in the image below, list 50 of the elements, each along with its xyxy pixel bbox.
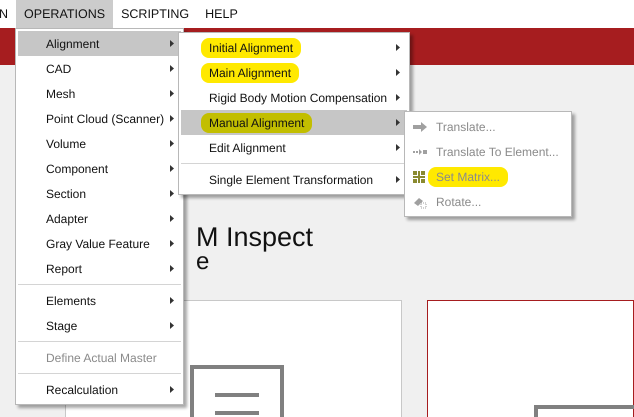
- submenu-arrow-icon: [396, 119, 400, 126]
- grid-icon: [412, 170, 427, 184]
- submenu-arrow-icon: [170, 240, 174, 247]
- submenu-arrow-icon: [170, 386, 174, 393]
- menu-item[interactable]: Edit Alignment: [181, 135, 407, 160]
- submenu-arrow-icon: [170, 115, 174, 122]
- submenu-arrow-icon: [170, 165, 174, 172]
- submenu-arrow-icon: [170, 40, 174, 47]
- menu-item[interactable]: Stage: [18, 313, 181, 338]
- submenu-arrow-icon: [170, 190, 174, 197]
- submenu-arrow-icon: [170, 65, 174, 72]
- menu-item[interactable]: Alignment: [18, 31, 181, 56]
- menu-item[interactable]: Section: [18, 181, 181, 206]
- menu-item[interactable]: Single Element Transformation: [181, 167, 407, 192]
- menu-item[interactable]: CAD: [18, 56, 181, 81]
- submenu-arrow-icon: [170, 297, 174, 304]
- menu-bar-item[interactable]: OPERATIONS: [16, 0, 114, 28]
- menu-item[interactable]: Point Cloud (Scanner): [18, 106, 181, 131]
- submenu-arrow-icon: [396, 94, 400, 101]
- rotate-icon: [412, 195, 427, 209]
- menu-item[interactable]: Manual Alignment: [181, 110, 407, 135]
- document-icon: [534, 405, 634, 417]
- submenu-arrow-icon: [396, 44, 400, 51]
- submenu-arrow-icon: [396, 176, 400, 183]
- submenu-arrow-icon: [396, 144, 400, 151]
- menu-bar-item[interactable]: SCRIPTING: [113, 0, 198, 28]
- submenu-arrow-icon: [170, 322, 174, 329]
- submenu-arrow-icon: [170, 215, 174, 222]
- menu-item[interactable]: Rigid Body Motion Compensation: [181, 85, 407, 110]
- menu-item[interactable]: Volume: [18, 131, 181, 156]
- menu-item[interactable]: Gray Value Feature: [18, 231, 181, 256]
- submenu-arrow-icon: [170, 140, 174, 147]
- menu-item[interactable]: Adapter: [18, 206, 181, 231]
- page-title: M Inspect: [196, 222, 314, 252]
- menu-item[interactable]: Elements: [18, 288, 181, 313]
- menu-bar-item[interactable]: N: [0, 0, 16, 28]
- menu-item[interactable]: Recalculation: [18, 377, 181, 402]
- menu-item[interactable]: Main Alignment: [181, 60, 407, 85]
- arrow-right-icon: [412, 120, 427, 134]
- card[interactable]: [426, 300, 634, 417]
- menu-bar-item[interactable]: HELP: [197, 0, 246, 28]
- submenu-arrow-icon: [170, 90, 174, 97]
- submenu-arrow-icon: [396, 69, 400, 76]
- document-icon: [190, 365, 284, 417]
- menu-item[interactable]: Report: [18, 256, 181, 281]
- menu-item[interactable]: Initial Alignment: [181, 35, 407, 60]
- menu-item[interactable]: Component: [18, 156, 181, 181]
- menu-item[interactable]: Mesh: [18, 81, 181, 106]
- page-subtitle: e: [196, 250, 210, 274]
- submenu-arrow-icon: [170, 265, 174, 272]
